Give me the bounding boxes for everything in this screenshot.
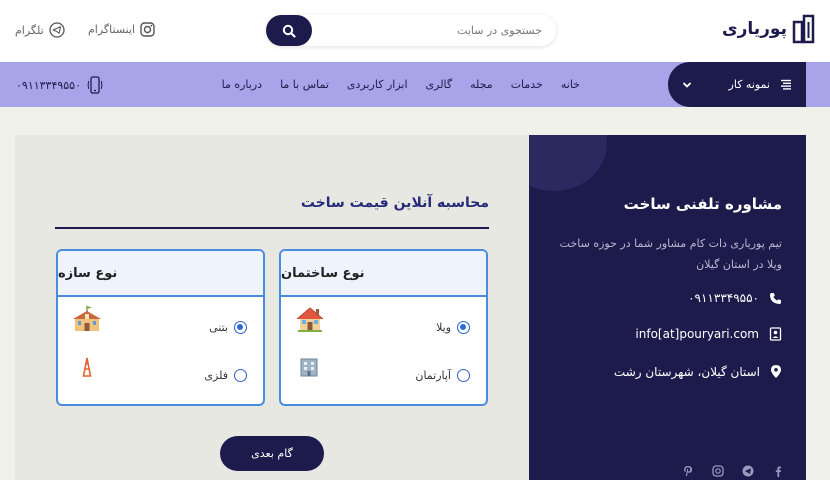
- portfolio-dropdown[interactable]: نمونه کار: [668, 62, 806, 107]
- villa-label: ویلا: [436, 321, 451, 334]
- contact-description: تیم پوریاری دات کام مشاور شما در حوزه سا…: [559, 237, 782, 271]
- building-type-card: نوع ساختمان ویلا آپارتمان: [279, 249, 488, 406]
- contact-social-links: [682, 465, 784, 477]
- pinterest-icon[interactable]: [682, 465, 694, 477]
- telegram-icon[interactable]: [742, 465, 754, 477]
- chevron-down-icon: [682, 81, 692, 88]
- concrete-radio[interactable]: [234, 321, 247, 334]
- option-villa[interactable]: ویلا: [436, 321, 470, 334]
- villa-radio[interactable]: [457, 321, 470, 334]
- house-icon: [296, 307, 324, 332]
- tower-icon: [82, 357, 92, 377]
- school-building-icon: [73, 306, 101, 331]
- search-icon: [282, 24, 296, 38]
- contact-email-text: info[at]pouryari.com: [635, 327, 759, 341]
- instagram-label: اینستاگرام: [88, 23, 136, 36]
- facebook-icon[interactable]: [772, 465, 784, 477]
- contact-title: مشاوره تلفنی ساخت: [623, 195, 782, 213]
- nav-link-gallery[interactable]: گالری: [426, 78, 453, 91]
- contact-address-text: استان گیلان، شهرستان رشت: [613, 364, 760, 379]
- nav-link-home[interactable]: خانه: [561, 78, 580, 91]
- nav-link-contact[interactable]: تماس با ما: [280, 78, 329, 91]
- telegram-icon: [49, 22, 65, 38]
- building-type-title: نوع ساختمان: [281, 251, 486, 297]
- structure-type-title: نوع سازه: [58, 251, 263, 297]
- telegram-link[interactable]: تلگرام: [15, 22, 65, 38]
- next-step-button[interactable]: گام بعدی: [220, 436, 324, 471]
- option-apartment[interactable]: آپارتمان: [415, 369, 470, 382]
- search-box: [266, 15, 556, 46]
- phone-ringing-icon: [87, 76, 103, 94]
- location-pin-icon: [771, 365, 781, 378]
- phone-icon: [770, 292, 781, 304]
- site-logo[interactable]: پوریاری: [722, 14, 819, 44]
- option-steel[interactable]: فلزی: [204, 369, 247, 382]
- telegram-label: تلگرام: [15, 23, 44, 37]
- decorative-circle: [529, 135, 607, 191]
- portfolio-dropdown-label: نمونه کار: [728, 78, 770, 91]
- nav-link-services[interactable]: خدمات: [511, 78, 543, 91]
- calculator-title: محاسبه آنلاین قیمت ساخت: [300, 195, 489, 211]
- title-underline: [55, 227, 489, 229]
- instagram-icon[interactable]: [712, 465, 724, 477]
- option-concrete[interactable]: بتنی: [209, 321, 247, 334]
- contact-email[interactable]: info[at]pouryari.com: [635, 327, 782, 341]
- nav-phone[interactable]: ۰۹۱۱۳۳۴۹۵۵۰: [16, 75, 103, 95]
- apartment-radio[interactable]: [457, 369, 470, 382]
- contact-address: استان گیلان، شهرستان رشت: [614, 364, 782, 379]
- nav-link-magazine[interactable]: مجله: [470, 78, 493, 91]
- structure-type-card: نوع سازه بتنی فلزی: [56, 249, 265, 406]
- menu-lines-icon: [781, 79, 791, 90]
- contact-phone[interactable]: ۰۹۱۱۳۳۴۹۵۵۰: [688, 291, 782, 305]
- office-building-icon: [300, 358, 318, 377]
- building-logo-icon: [792, 14, 815, 44]
- nav-link-about[interactable]: درباره ما: [222, 78, 262, 91]
- instagram-link[interactable]: اینستاگرام: [88, 22, 155, 37]
- nav-links: خانه خدمات مجله گالری ابزار کاربردی تماس…: [222, 62, 580, 107]
- search-button[interactable]: [266, 15, 312, 46]
- price-calculator: محاسبه آنلاین قیمت ساخت نوع ساختمان ویلا…: [15, 135, 529, 480]
- concrete-label: بتنی: [209, 321, 228, 334]
- steel-radio[interactable]: [234, 369, 247, 382]
- apartment-label: آپارتمان: [415, 369, 451, 382]
- nav-link-tools[interactable]: ابزار کاربردی: [347, 78, 408, 91]
- nav-phone-number: ۰۹۱۱۳۳۴۹۵۵۰: [16, 78, 81, 92]
- contact-phone-number: ۰۹۱۱۳۳۴۹۵۵۰: [688, 291, 759, 305]
- contact-card-icon: [769, 327, 782, 341]
- instagram-icon: [140, 22, 155, 37]
- search-input[interactable]: [322, 15, 542, 46]
- main-navbar: نمونه کار خانه خدمات مجله گالری ابزار کا…: [0, 62, 830, 107]
- logo-text: پوریاری: [722, 19, 787, 39]
- contact-panel: مشاوره تلفنی ساخت تیم پوریاری دات کام مش…: [529, 135, 806, 480]
- steel-label: فلزی: [204, 369, 228, 382]
- top-header: پوریاری اینستاگرام تلگرام: [0, 0, 830, 62]
